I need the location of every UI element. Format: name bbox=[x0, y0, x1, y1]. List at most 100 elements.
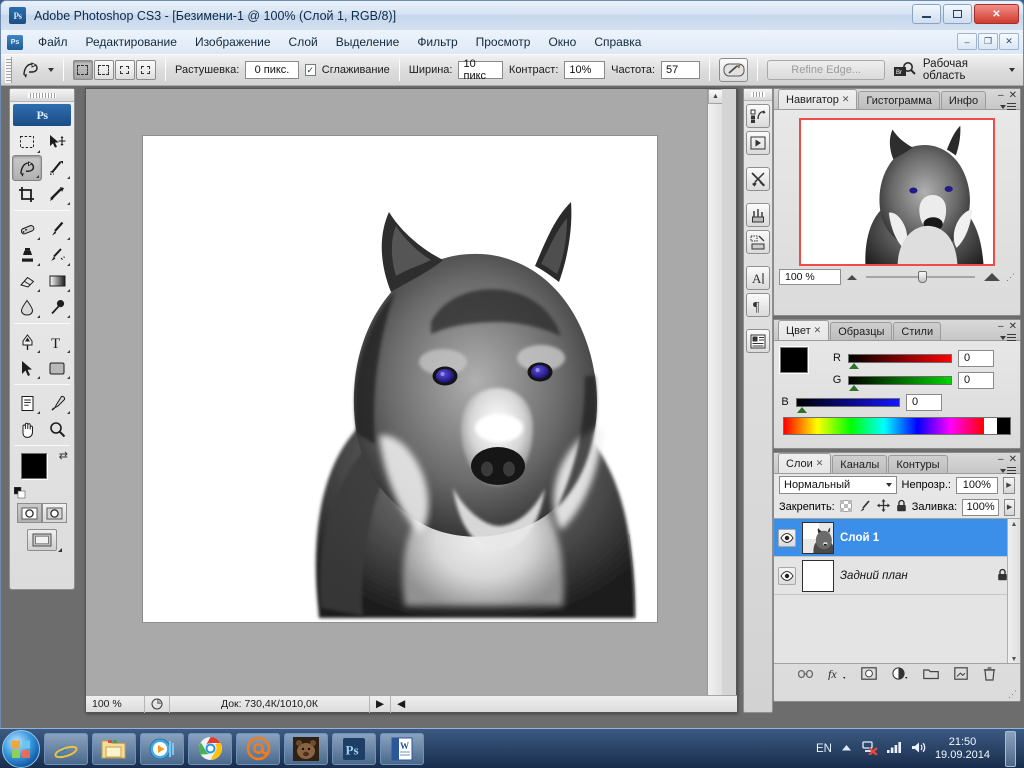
layers-resize-grip[interactable]: ⋰ bbox=[1008, 689, 1017, 700]
layer-visibility-eye-icon[interactable] bbox=[778, 528, 796, 547]
tab-color[interactable]: Цвет ✕ bbox=[778, 320, 830, 340]
layer-name[interactable]: Слой 1 bbox=[840, 532, 879, 544]
go-to-bridge-icon[interactable]: Br bbox=[891, 58, 918, 82]
layer-style-fx-icon[interactable]: fx bbox=[828, 667, 846, 683]
panel-strip-grip[interactable] bbox=[744, 89, 772, 101]
antialias-checkbox[interactable]: ✓ bbox=[304, 64, 316, 76]
taskbar-clock[interactable]: 21:50 19.09.2014 bbox=[935, 736, 990, 762]
green-value[interactable]: 0 bbox=[958, 371, 994, 389]
quick-mask-mode-button[interactable] bbox=[42, 503, 67, 523]
color-close-icon[interactable]: ✕ bbox=[1009, 321, 1017, 332]
status-preview-icon[interactable] bbox=[144, 695, 169, 713]
intersect-selection-button[interactable] bbox=[135, 60, 156, 80]
menu-filter[interactable]: Фильтр bbox=[408, 32, 466, 52]
tab-color-close-icon[interactable]: ✕ bbox=[814, 325, 822, 336]
current-tool-icon[interactable] bbox=[18, 58, 42, 82]
menu-select[interactable]: Выделение bbox=[327, 32, 409, 52]
color-spectrum-ramp[interactable] bbox=[783, 417, 1011, 435]
move-tool[interactable] bbox=[42, 129, 72, 155]
doc-restore-button[interactable]: ❐ bbox=[978, 33, 998, 50]
taskbar-google-chrome-icon[interactable] bbox=[188, 732, 232, 765]
crop-tool[interactable] bbox=[12, 181, 42, 207]
red-slider-thumb[interactable] bbox=[849, 362, 859, 369]
red-slider[interactable] bbox=[848, 353, 952, 369]
blue-slider[interactable] bbox=[796, 397, 900, 413]
screen-mode-flyout-icon[interactable] bbox=[58, 548, 62, 552]
minimize-button[interactable] bbox=[912, 4, 941, 24]
screen-mode-button[interactable] bbox=[27, 529, 57, 551]
layer-list-scrollbar[interactable]: ▲ ▼ bbox=[1007, 519, 1020, 663]
maximize-button[interactable] bbox=[943, 4, 972, 24]
pen-tool[interactable] bbox=[12, 329, 42, 355]
link-layers-icon[interactable] bbox=[797, 669, 814, 682]
hand-tool[interactable] bbox=[12, 416, 42, 442]
taskbar-media-player-icon[interactable] bbox=[140, 732, 184, 765]
layers-scroll-down-icon[interactable]: ▼ bbox=[1008, 656, 1020, 663]
options-bar-grip[interactable] bbox=[5, 57, 13, 83]
layer-name[interactable]: Задний план bbox=[840, 570, 908, 582]
navigator-zoom-slider[interactable] bbox=[866, 271, 975, 283]
foreground-color-swatch[interactable] bbox=[21, 453, 47, 479]
volume-icon[interactable] bbox=[911, 741, 926, 757]
workspace-control[interactable]: Br Рабочая область bbox=[891, 58, 1016, 82]
table-row[interactable]: Задний план bbox=[774, 557, 1020, 595]
menu-help[interactable]: Справка bbox=[585, 32, 650, 52]
network-disconnected-icon[interactable] bbox=[861, 740, 878, 758]
standard-mode-button[interactable] bbox=[17, 503, 42, 523]
green-slider-thumb[interactable] bbox=[849, 384, 859, 391]
width-input[interactable]: 10 пикс bbox=[458, 58, 503, 82]
signal-icon[interactable] bbox=[886, 741, 902, 756]
red-value[interactable]: 0 bbox=[958, 349, 994, 367]
new-layer-icon[interactable] bbox=[954, 667, 968, 683]
opacity-stepper[interactable]: ▶ bbox=[1002, 476, 1015, 494]
menu-layer[interactable]: Слой bbox=[280, 32, 327, 52]
taskbar-photoshop-icon[interactable]: Ps bbox=[332, 732, 376, 765]
navigator-panel-menu-icon[interactable] bbox=[1000, 103, 1016, 110]
path-selection-tool[interactable] bbox=[12, 355, 42, 381]
feather-input[interactable]: 0 пикс. bbox=[245, 61, 299, 79]
brush-tool[interactable] bbox=[42, 216, 72, 242]
layer-thumbnail[interactable] bbox=[802, 521, 834, 554]
tab-styles[interactable]: Стили bbox=[893, 322, 942, 340]
taskbar-internet-explorer-icon[interactable]: e bbox=[44, 732, 88, 765]
menu-view[interactable]: Просмотр bbox=[467, 32, 540, 52]
menu-edit[interactable]: Редактирование bbox=[77, 32, 186, 52]
color-foreground-swatch[interactable] bbox=[780, 347, 808, 373]
refine-edge-button[interactable]: Refine Edge... bbox=[767, 60, 886, 80]
tool-presets-panel-icon[interactable] bbox=[746, 167, 770, 191]
taskbar-windows-explorer-icon[interactable] bbox=[92, 732, 136, 765]
navigator-thumbnail[interactable] bbox=[799, 118, 995, 266]
frequency-input[interactable]: 57 bbox=[661, 61, 700, 79]
magic-wand-tool[interactable] bbox=[42, 155, 72, 181]
close-button[interactable]: ✕ bbox=[974, 4, 1019, 24]
blue-slider-thumb[interactable] bbox=[797, 406, 807, 413]
tab-histogram[interactable]: Гистограмма bbox=[858, 91, 940, 109]
contrast-input[interactable]: 10% bbox=[564, 61, 606, 79]
paragraph-panel-icon[interactable]: ¶ bbox=[746, 293, 770, 317]
scroll-up-arrow[interactable]: ▲ bbox=[708, 89, 722, 104]
tab-paths[interactable]: Контуры bbox=[888, 455, 948, 473]
menu-image[interactable]: Изображение bbox=[186, 32, 280, 52]
type-tool[interactable]: T bbox=[42, 329, 72, 355]
tab-navigator[interactable]: Навигатор ✕ bbox=[778, 89, 858, 109]
healing-brush-tool[interactable] bbox=[12, 216, 42, 242]
layers-scroll-up-icon[interactable]: ▲ bbox=[1008, 519, 1020, 528]
new-group-icon[interactable] bbox=[923, 668, 939, 683]
marquee-tool[interactable] bbox=[12, 129, 42, 155]
new-selection-button[interactable] bbox=[72, 60, 93, 80]
clone-stamp-tool[interactable] bbox=[12, 242, 42, 268]
menu-window[interactable]: Окно bbox=[539, 32, 585, 52]
canvas-viewport[interactable]: ▲ bbox=[86, 89, 722, 697]
tab-channels[interactable]: Каналы bbox=[832, 455, 888, 473]
zoom-tool[interactable] bbox=[42, 416, 72, 442]
show-desktop-button[interactable] bbox=[1005, 730, 1016, 767]
subtract-from-selection-button[interactable] bbox=[114, 60, 135, 80]
eyedropper-tool[interactable] bbox=[42, 390, 72, 416]
blend-mode-chevron-down-icon[interactable] bbox=[885, 483, 892, 487]
tab-swatches[interactable]: Образцы bbox=[830, 322, 893, 340]
lasso-tool[interactable] bbox=[12, 155, 42, 181]
tool-preset-dropdown-icon[interactable] bbox=[47, 68, 54, 72]
status-hscroll[interactable]: ◀ bbox=[390, 695, 737, 713]
lock-pixels-icon[interactable] bbox=[858, 499, 871, 515]
layer-visibility-eye-icon[interactable] bbox=[778, 566, 796, 585]
